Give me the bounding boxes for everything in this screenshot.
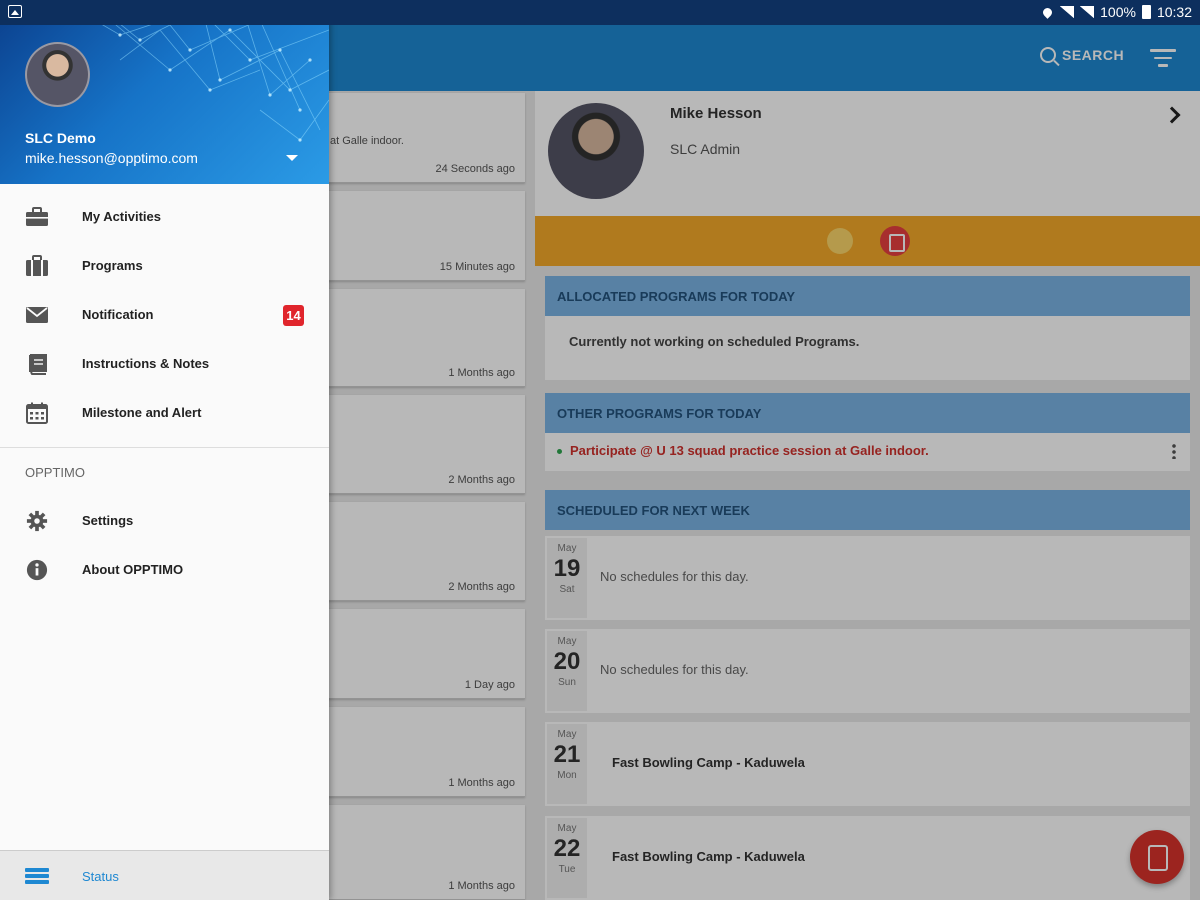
envelope-icon <box>26 307 48 323</box>
info-icon <box>26 559 48 581</box>
menu-item-milestone-alert[interactable]: Milestone and Alert <box>0 389 329 438</box>
menu-item-about[interactable]: About OPPTIMO <box>0 546 329 595</box>
battery-percent: 100% <box>1100 4 1136 20</box>
menu-item-notification[interactable]: Notification 14 <box>0 291 329 340</box>
menu-item-label: Status <box>82 869 119 884</box>
drawer-section-title: OPPTIMO <box>25 465 85 480</box>
menu-item-label: Milestone and Alert <box>82 405 202 420</box>
account-avatar[interactable] <box>25 42 90 107</box>
menu-item-settings[interactable]: Settings <box>0 497 329 546</box>
menu-item-label: About OPPTIMO <box>82 562 184 577</box>
menu-item-instructions-notes[interactable]: Instructions & Notes <box>0 340 329 389</box>
luggage-icon <box>26 255 48 276</box>
menu-item-programs[interactable]: Programs <box>0 242 329 291</box>
notification-count-badge: 14 <box>283 305 304 326</box>
location-icon <box>1041 5 1055 19</box>
battery-icon <box>1141 5 1151 19</box>
gear-icon <box>26 510 48 532</box>
menu-item-label: Programs <box>82 258 143 273</box>
gallery-notification-icon <box>8 5 22 18</box>
status-icon <box>25 868 49 885</box>
menu-item-label: My Activities <box>82 209 161 224</box>
clock: 10:32 <box>1156 4 1192 20</box>
menu-item-status[interactable]: Status <box>0 850 329 900</box>
system-status-bar: 100% 10:32 <box>0 0 1200 25</box>
briefcase-icon <box>26 207 48 226</box>
account-email: mike.hesson@opptimo.com <box>25 150 198 166</box>
calendar-icon <box>26 402 48 424</box>
menu-item-label: Instructions & Notes <box>82 356 210 371</box>
account-dropdown-icon[interactable] <box>286 155 298 161</box>
book-icon <box>29 354 47 375</box>
menu-item-label: Settings <box>82 513 134 528</box>
account-name: SLC Demo <box>25 130 96 146</box>
wifi-icon <box>1080 6 1095 18</box>
menu-item-label: Notification <box>82 307 154 322</box>
menu-divider <box>0 447 329 448</box>
menu-item-my-activities[interactable]: My Activities <box>0 193 329 242</box>
navigation-drawer: SLC Demo mike.hesson@opptimo.com My Acti… <box>0 0 329 900</box>
drawer-header: SLC Demo mike.hesson@opptimo.com <box>0 0 329 184</box>
mute-icon <box>1060 6 1075 18</box>
